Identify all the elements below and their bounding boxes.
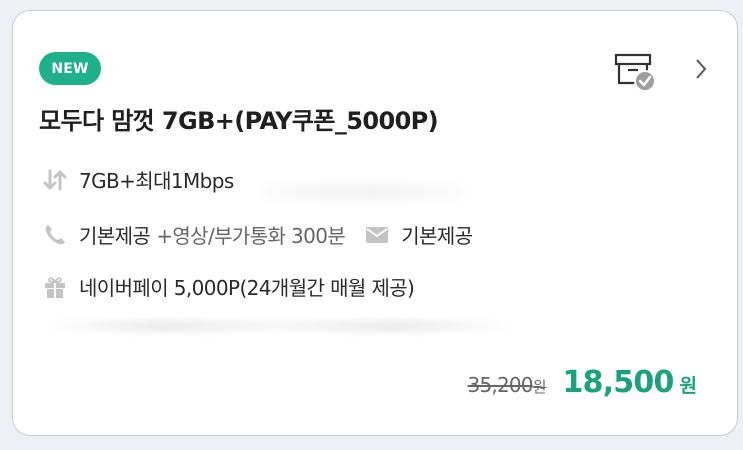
data-row: 7GB+최대1Mbps [41, 165, 234, 194]
sale-price-unit: 원 [679, 375, 697, 397]
data-text: 7GB+최대1Mbps [79, 169, 234, 193]
blurred-area [263, 181, 463, 203]
sale-price: 18,500 [562, 365, 675, 400]
phone-icon [41, 222, 69, 248]
chevron-right-icon[interactable] [689, 53, 713, 85]
call-row: 기본제공 +영상/부가통화 300분 기본제공 [41, 220, 473, 249]
price: 35,200 원 18,500 원 [468, 365, 697, 400]
benefit-text: 네이버페이 5,000P(24개월간 매월 제공) [79, 276, 415, 300]
sms-text: 기본제공 [401, 224, 473, 248]
compare-box-icon[interactable] [613, 51, 659, 93]
benefit-row: 네이버페이 5,000P(24개월간 매월 제공) [41, 272, 415, 301]
original-price-unit: 원 [532, 378, 547, 396]
plan-card[interactable]: NEW 모두다 맘껏 7GB+(PAY쿠폰_5000P) 7GB+최대1Mbps [12, 10, 738, 436]
new-badge: NEW [39, 52, 101, 85]
envelope-icon [363, 222, 391, 248]
updown-arrows-icon [41, 167, 69, 193]
call-main: 기본제공 [79, 224, 151, 248]
original-price: 35,200 [467, 373, 534, 397]
call-sub: +영상/부가통화 300분 [156, 224, 346, 248]
gift-icon [41, 274, 69, 300]
plan-title: 모두다 맘껏 7GB+(PAY쿠폰_5000P) [39, 107, 439, 135]
blurred-line [43, 320, 513, 332]
